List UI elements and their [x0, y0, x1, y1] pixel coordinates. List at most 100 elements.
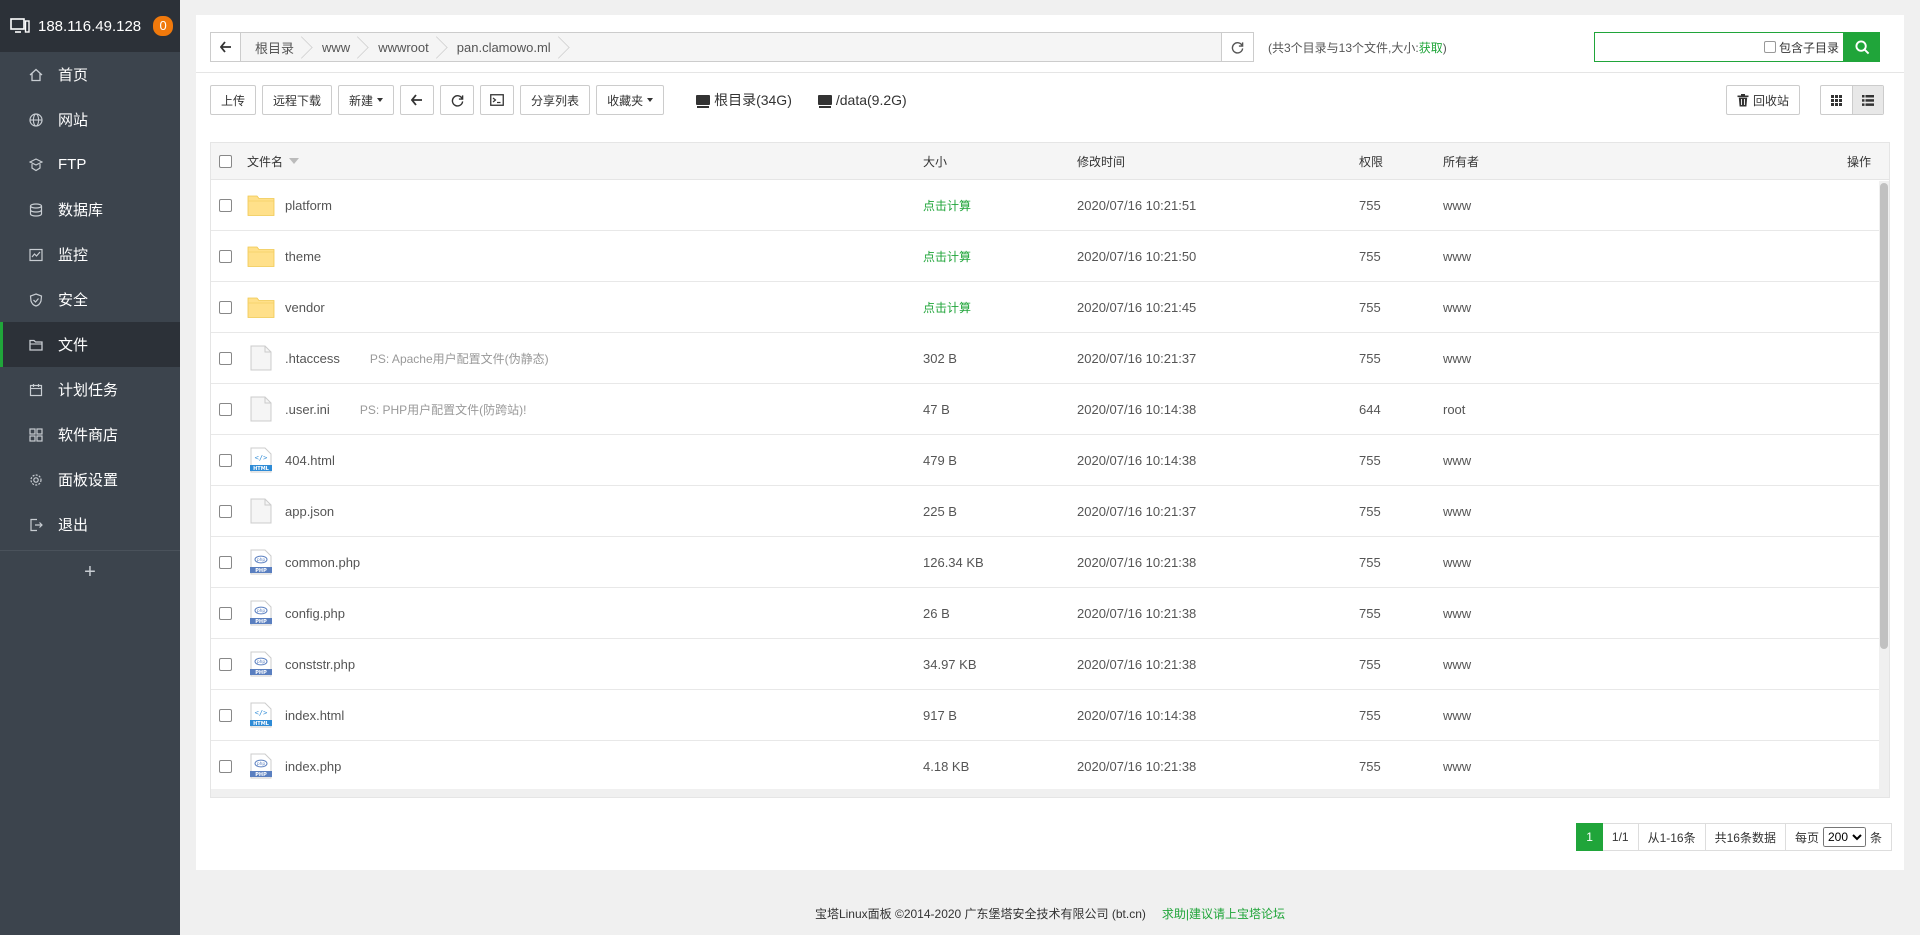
php-file-icon: php PHP	[247, 549, 275, 575]
file-name[interactable]: app.json	[285, 504, 334, 519]
table-row[interactable]: php PHP common.php 126.34 KB 2020/07/16 10:2…	[211, 537, 1889, 588]
page-current[interactable]: 1	[1576, 823, 1603, 851]
sidebar-item-1[interactable]: 网站	[0, 97, 180, 142]
table-row[interactable]: .user.ini PS: PHP用户配置文件(防跨站)! 47 B 2020/07/…	[211, 384, 1889, 435]
new-dropdown-button[interactable]: 新建	[338, 85, 395, 115]
file-name[interactable]: platform	[285, 198, 332, 213]
table-row[interactable]: php PHP index.php 4.18 KB 2020/07/16 10:21:3…	[211, 741, 1889, 792]
back-button[interactable]	[211, 33, 241, 61]
sidebar-item-5[interactable]: 安全	[0, 277, 180, 322]
add-server-button[interactable]: +	[0, 550, 180, 594]
sidebar-item-6[interactable]: 文件	[0, 322, 180, 367]
row-checkbox[interactable]	[219, 402, 232, 416]
disk-data[interactable]: /data(9.2G)	[817, 92, 907, 108]
vertical-scrollbar[interactable]	[1879, 181, 1889, 797]
terminal-button[interactable]	[480, 85, 515, 115]
disk-root[interactable]: 根目录(34G)	[696, 90, 792, 110]
path-input-area[interactable]	[565, 33, 1221, 61]
file-name[interactable]: conststr.php	[285, 657, 355, 672]
row-checkbox[interactable]	[219, 504, 232, 518]
sidebar-item-10[interactable]: 退出	[0, 502, 180, 547]
calc-size-link[interactable]: 点击计算	[923, 197, 971, 214]
file-size: 4.18 KB	[923, 758, 970, 774]
notice-badge[interactable]: 0	[153, 16, 174, 36]
crumb-root[interactable]: 根目录	[241, 33, 309, 61]
forum-link[interactable]: 求助|建议请上宝塔论坛	[1162, 907, 1285, 921]
row-checkbox[interactable]	[219, 351, 232, 365]
file-name[interactable]: config.php	[285, 606, 345, 621]
include-subdir-checkbox[interactable]	[1763, 41, 1776, 53]
table-row[interactable]: vendor 点击计算 2020/07/16 10:21:45 755 www	[211, 282, 1889, 333]
crumb-site[interactable]: pan.clamowo.ml	[442, 33, 565, 61]
table-body: platform 点击计算 2020/07/16 10:21:51 755 www the…	[211, 180, 1889, 792]
table-row[interactable]: app.json 225 B 2020/07/16 10:21:37 755 www	[211, 486, 1889, 537]
sidebar-item-4[interactable]: 监控	[0, 232, 180, 277]
row-checkbox[interactable]	[219, 249, 232, 263]
sidebar-item-label: 首页	[58, 67, 89, 84]
file-name[interactable]: index.php	[285, 759, 341, 774]
file-perm: 755	[1359, 605, 1381, 621]
remote-download-button[interactable]: 远程下载	[262, 85, 333, 115]
svg-text:</>: </>	[255, 709, 268, 717]
search-button[interactable]	[1844, 32, 1880, 62]
table-row[interactable]: .htaccess PS: Apache用户配置文件(伪静态) 302 B 2020/…	[211, 333, 1889, 384]
upload-button[interactable]: 上传	[210, 85, 257, 115]
file-name[interactable]: 404.html	[285, 453, 335, 468]
header-size[interactable]: 大小	[923, 143, 947, 179]
row-checkbox[interactable]	[219, 300, 232, 314]
grid-icon	[28, 427, 44, 443]
table-row[interactable]: platform 点击计算 2020/07/16 10:21:51 755 www	[211, 180, 1889, 231]
file-icon	[247, 345, 275, 371]
refresh-path-button[interactable]	[1221, 33, 1253, 61]
sidebar-item-3[interactable]: 数据库	[0, 187, 180, 232]
row-checkbox[interactable]	[219, 606, 232, 620]
get-size-link[interactable]: 获取	[1419, 41, 1443, 55]
file-name[interactable]: vendor	[285, 300, 325, 315]
file-name[interactable]: .htaccess	[285, 351, 340, 366]
file-name[interactable]: theme	[285, 249, 321, 264]
sidebar-item-9[interactable]: 面板设置	[0, 457, 180, 502]
file-owner: www	[1443, 758, 1472, 774]
crumb-wwwroot[interactable]: wwwroot	[364, 33, 443, 61]
search-input[interactable]	[1595, 33, 1764, 61]
header-mtime[interactable]: 修改时间	[1077, 143, 1125, 179]
table-row[interactable]: php PHP config.php 26 B 2020/07/16 10:21:38 7…	[211, 588, 1889, 639]
refresh-button[interactable]	[440, 85, 475, 115]
go-back-button[interactable]	[400, 85, 435, 115]
table-row[interactable]: </> HTML index.html 917 B 2020/07/16 10:14:3…	[211, 690, 1889, 741]
include-subdir-option[interactable]: 包含子目录	[1763, 39, 1839, 56]
file-perm: 755	[1359, 656, 1381, 672]
table-row[interactable]: theme 点击计算 2020/07/16 10:21:50 755 www	[211, 231, 1889, 282]
share-list-button[interactable]: 分享列表	[520, 85, 591, 115]
row-checkbox[interactable]	[219, 657, 232, 671]
list-view-button[interactable]	[1852, 86, 1883, 114]
row-checkbox[interactable]	[219, 708, 232, 722]
sidebar-item-0[interactable]: 首页	[0, 52, 180, 97]
per-page-control: 每页 200 条	[1785, 823, 1892, 851]
header-name[interactable]: 文件名	[247, 143, 300, 179]
select-all-checkbox[interactable]	[219, 154, 232, 168]
sidebar-item-7[interactable]: 计划任务	[0, 367, 180, 412]
scroll-thumb[interactable]	[1880, 183, 1888, 649]
recycle-bin-button[interactable]: 回收站	[1726, 85, 1801, 115]
file-name[interactable]: .user.ini	[285, 402, 330, 417]
row-checkbox[interactable]	[219, 198, 232, 212]
sidebar-item-2[interactable]: FTP	[0, 142, 180, 187]
per-page-select[interactable]: 200	[1822, 827, 1866, 847]
table-row[interactable]: </> HTML 404.html 479 B 2020/07/16 10:14:38 7…	[211, 435, 1889, 486]
crumb-www[interactable]: www	[308, 33, 365, 61]
svg-text:</>: </>	[255, 454, 268, 462]
row-checkbox[interactable]	[219, 555, 232, 569]
file-name[interactable]: common.php	[285, 555, 360, 570]
table-row[interactable]: php PHP conststr.php 34.97 KB 2020/07/16 10:…	[211, 639, 1889, 690]
file-name[interactable]: index.html	[285, 708, 344, 723]
horizontal-scrollbar[interactable]	[211, 789, 1881, 797]
favorites-dropdown-button[interactable]: 收藏夹	[596, 85, 665, 115]
page-range: 从1-16条	[1638, 823, 1706, 851]
sidebar-item-8[interactable]: 软件商店	[0, 412, 180, 457]
calc-size-link[interactable]: 点击计算	[923, 299, 971, 316]
row-checkbox[interactable]	[219, 759, 232, 773]
grid-view-button[interactable]	[1821, 86, 1852, 114]
calc-size-link[interactable]: 点击计算	[923, 248, 971, 265]
row-checkbox[interactable]	[219, 453, 232, 467]
